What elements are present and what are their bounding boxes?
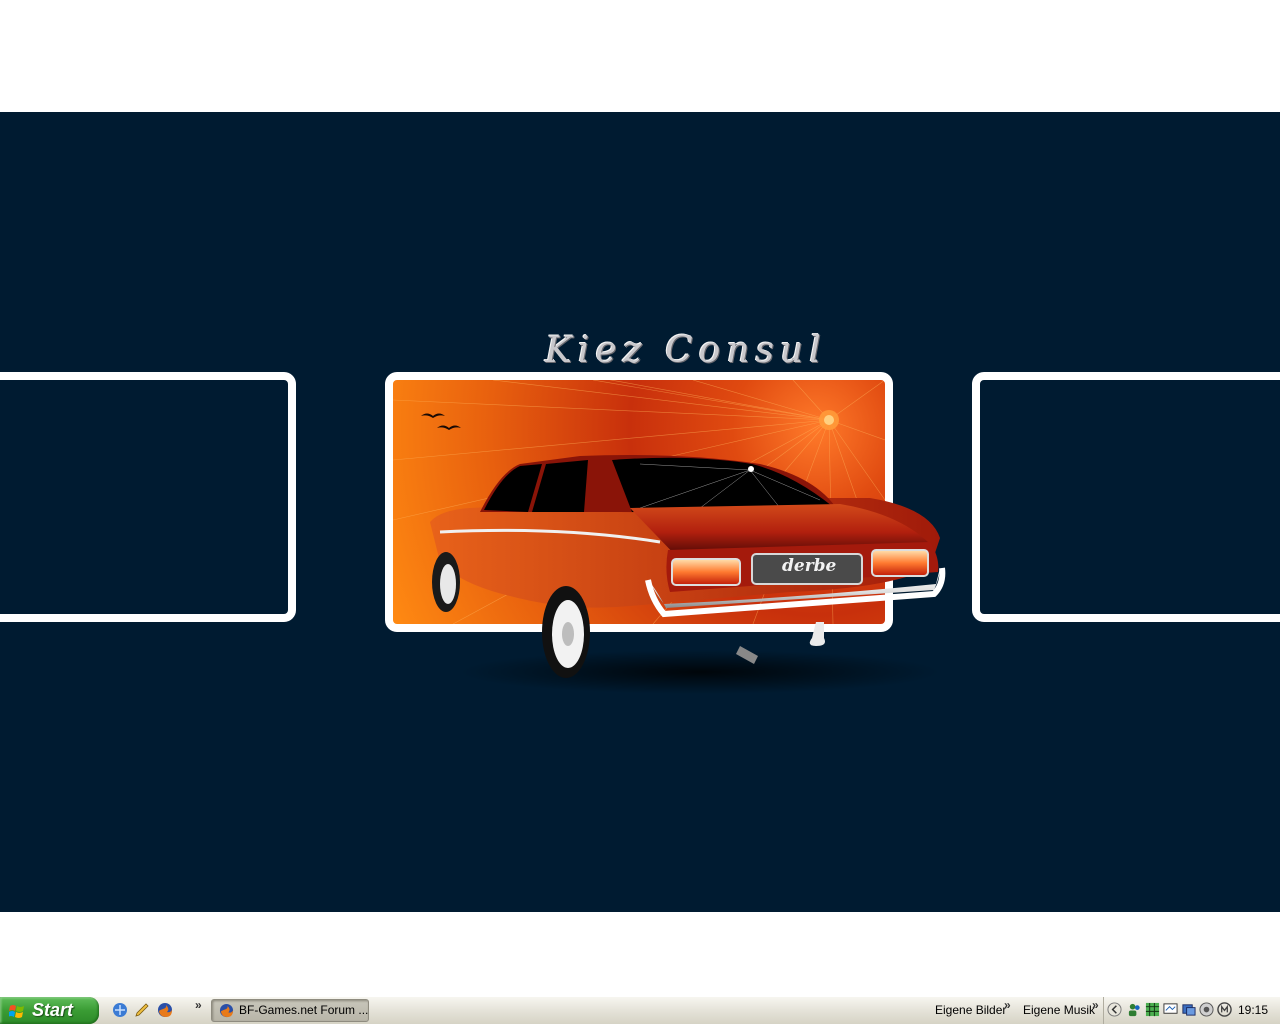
- speaker-icon[interactable]: [1199, 1002, 1214, 1017]
- car-illustration: [430, 455, 946, 694]
- expand-arrow-icon[interactable]: [1107, 1002, 1122, 1017]
- eigene-musik-link[interactable]: Eigene Musik: [1023, 997, 1095, 1023]
- network-grid-icon[interactable]: [1145, 1002, 1160, 1017]
- clock[interactable]: 19:15: [1238, 997, 1268, 1024]
- wallpaper: derbe Kiez Consul: [0, 112, 1280, 912]
- desktop: derbe Kiez Consul: [0, 0, 1280, 996]
- system-tray: 19:15: [1103, 997, 1280, 1024]
- start-button[interactable]: Start: [0, 997, 99, 1024]
- users-icon[interactable]: [1127, 1002, 1142, 1017]
- eigene-bilder-link[interactable]: Eigene Bilder: [935, 997, 1006, 1023]
- eigene-bilder-chevron-icon[interactable]: »: [1004, 998, 1011, 1012]
- plate-text: derbe: [782, 556, 837, 576]
- quick-launch-chevron-icon[interactable]: »: [195, 998, 202, 1012]
- firefox-icon[interactable]: [157, 1002, 173, 1018]
- pen-icon[interactable]: [134, 1002, 150, 1018]
- taskbar: Start » BF-Games.net Forum ... Eigene Bi…: [0, 996, 1280, 1024]
- start-label: Start: [32, 1000, 74, 1020]
- taskbar-window-button[interactable]: BF-Games.net Forum ...: [211, 999, 369, 1022]
- eigene-musik-chevron-icon[interactable]: »: [1092, 998, 1099, 1012]
- network-icon[interactable]: [112, 1002, 128, 1018]
- monitor-icon[interactable]: [1163, 1002, 1178, 1017]
- display-icon[interactable]: [1181, 1002, 1196, 1017]
- firefox-icon: [219, 1003, 234, 1018]
- windows-logo-icon: [9, 1005, 24, 1018]
- antivirus-icon[interactable]: [1217, 1002, 1232, 1017]
- taskbar-window-label: BF-Games.net Forum ...: [239, 1003, 369, 1017]
- wallpaper-title: Kiez Consul: [545, 330, 827, 371]
